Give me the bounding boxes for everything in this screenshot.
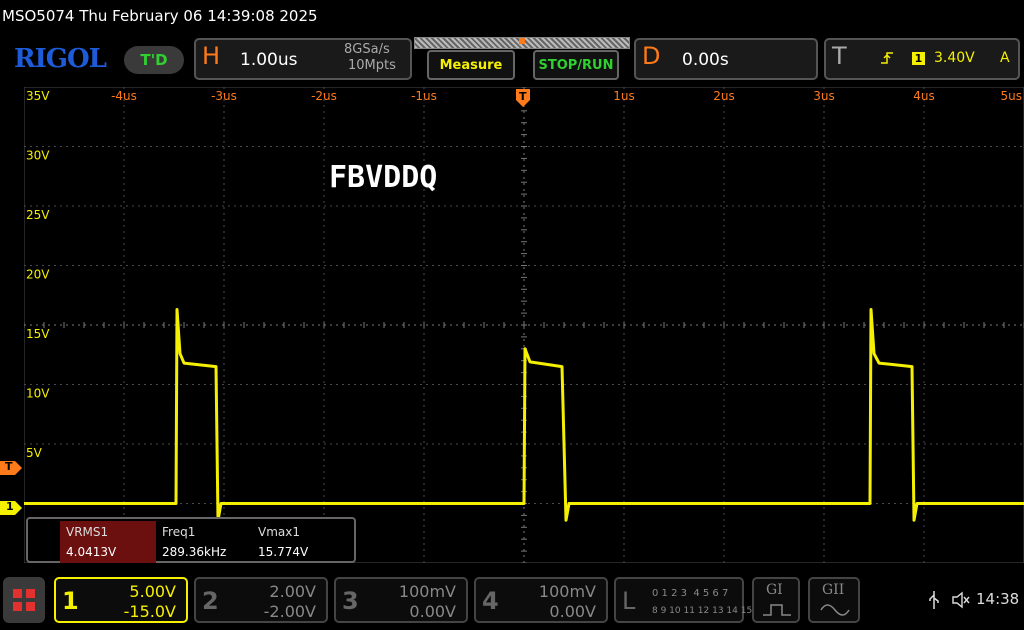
x-tick-label: 1us [613, 89, 635, 103]
usb-icon [929, 591, 939, 609]
trigger-mode: A [1000, 50, 1010, 66]
waveform-display[interactable]: -4us -3us -2us -1us 1us 2us 3us 4us 5us 35V 30V 25… [24, 87, 1024, 563]
ch4-scale: 100mV [538, 582, 596, 601]
timebase-value: 1.00us [240, 50, 298, 70]
measure-header-vmax: Vmax1 [258, 525, 300, 539]
y-tick-label: 30V [26, 149, 50, 163]
y-tick-label: 5V [26, 446, 43, 460]
waveform-label: FBVDDQ [329, 160, 438, 195]
top-toolbar: RIGOL T'D H 1.00us 8GSa/s 10Mpts Measure… [0, 34, 1024, 86]
y-tick-label: 20V [26, 268, 50, 282]
delay-panel[interactable]: D 0.00s [634, 38, 818, 80]
y-tick-label: 25V [26, 208, 50, 222]
square-wave-icon [763, 604, 791, 616]
logic-channels-row2: 8 9 10 11 12 13 14 15 [652, 606, 753, 616]
logic-channels-row1: 0 1 2 3 4 5 6 7 [652, 588, 729, 599]
ch3-scale: 100mV [398, 582, 456, 601]
ch1-panel[interactable]: 1 5.00V -15.0V [54, 577, 188, 623]
stop-run-button[interactable]: STOP/RUN [533, 50, 619, 80]
generator1-button[interactable]: GI [752, 577, 800, 623]
logic-analyzer-panel[interactable]: L 0 1 2 3 4 5 6 7 8 9 10 11 12 13 14 15 [614, 577, 752, 623]
sample-rate: 8GSa/s [344, 42, 390, 57]
sine-wave-icon [820, 604, 850, 616]
speaker-muted-icon[interactable] [951, 590, 971, 610]
grid-menu-icon [13, 589, 35, 611]
memory-depth: 10Mpts [348, 58, 396, 73]
x-tick-label: 3us [813, 89, 835, 103]
y-tick-label: 15V [26, 327, 50, 341]
x-tick-label: -3us [211, 89, 237, 103]
ch3-panel[interactable]: 3 100mV 0.00V [334, 577, 468, 623]
home-menu-button[interactable] [3, 577, 45, 623]
ch1-offset: -15.0V [123, 602, 176, 621]
y-tick-label: 35V [26, 89, 50, 103]
measure-header-vrms: VRMS1 [60, 521, 156, 543]
memory-position-bar[interactable] [414, 37, 630, 49]
delay-value: 0.00s [682, 50, 729, 70]
ch2-offset: -2.00V [263, 602, 316, 621]
trigger-position-marker[interactable]: T [516, 89, 530, 107]
x-tick-label: -4us [111, 89, 137, 103]
measure-header-freq: Freq1 [162, 525, 196, 539]
generator2-button[interactable]: GII [808, 577, 860, 623]
x-tick-label: 2us [713, 89, 735, 103]
trigger-level: 3.40V [934, 50, 975, 66]
trigger-level-marker[interactable]: T [0, 460, 22, 475]
horizontal-panel[interactable]: H 1.00us 8GSa/s 10Mpts [194, 38, 412, 80]
bottom-toolbar: 1 5.00V -15.0V 2 2.00V -2.00V 3 100mV 0.… [0, 574, 1024, 630]
delay-letter: D [642, 42, 661, 70]
ch2-panel[interactable]: 2 2.00V -2.00V [194, 577, 328, 623]
ch2-scale: 2.00V [269, 582, 316, 601]
y-tick-label: 10V [26, 387, 50, 401]
rising-edge-icon [880, 50, 894, 70]
measure-value-vrms: 4.0413V [60, 541, 156, 563]
measure-value-freq: 289.36kHz [162, 545, 227, 559]
x-tick-label: -2us [311, 89, 337, 103]
ch3-offset: 0.00V [409, 602, 456, 621]
x-tick-label: -1us [411, 89, 437, 103]
trigger-letter: T [832, 42, 847, 70]
trigger-status-badge: T'D [124, 46, 184, 74]
ch4-offset: 0.00V [549, 602, 596, 621]
ch4-panel[interactable]: 4 100mV 0.00V [474, 577, 608, 623]
trigger-source-badge: 1 [912, 52, 925, 65]
x-tick-label: 5us [1001, 89, 1023, 103]
rigol-logo: RIGOL [14, 44, 107, 74]
x-tick-label: 4us [913, 89, 935, 103]
clock: 14:38 [976, 590, 1020, 608]
measure-value-vmax: 15.774V [258, 545, 309, 559]
horizontal-letter: H [202, 42, 221, 70]
measure-button[interactable]: Measure [427, 50, 515, 80]
memory-position-indicator [519, 38, 525, 44]
window-title: MSO5074 Thu February 06 14:39:08 2025 [2, 7, 318, 25]
ch1-scale: 5.00V [129, 582, 176, 601]
ch1-offset-marker[interactable]: 1 [0, 500, 22, 515]
measurement-table[interactable]: VRMS1 Freq1 Vmax1 4.0413V 289.36kHz 15.7… [26, 517, 356, 563]
ch1-trace [24, 308, 1024, 522]
trigger-panel[interactable]: T 1 3.40V A [824, 38, 1020, 80]
